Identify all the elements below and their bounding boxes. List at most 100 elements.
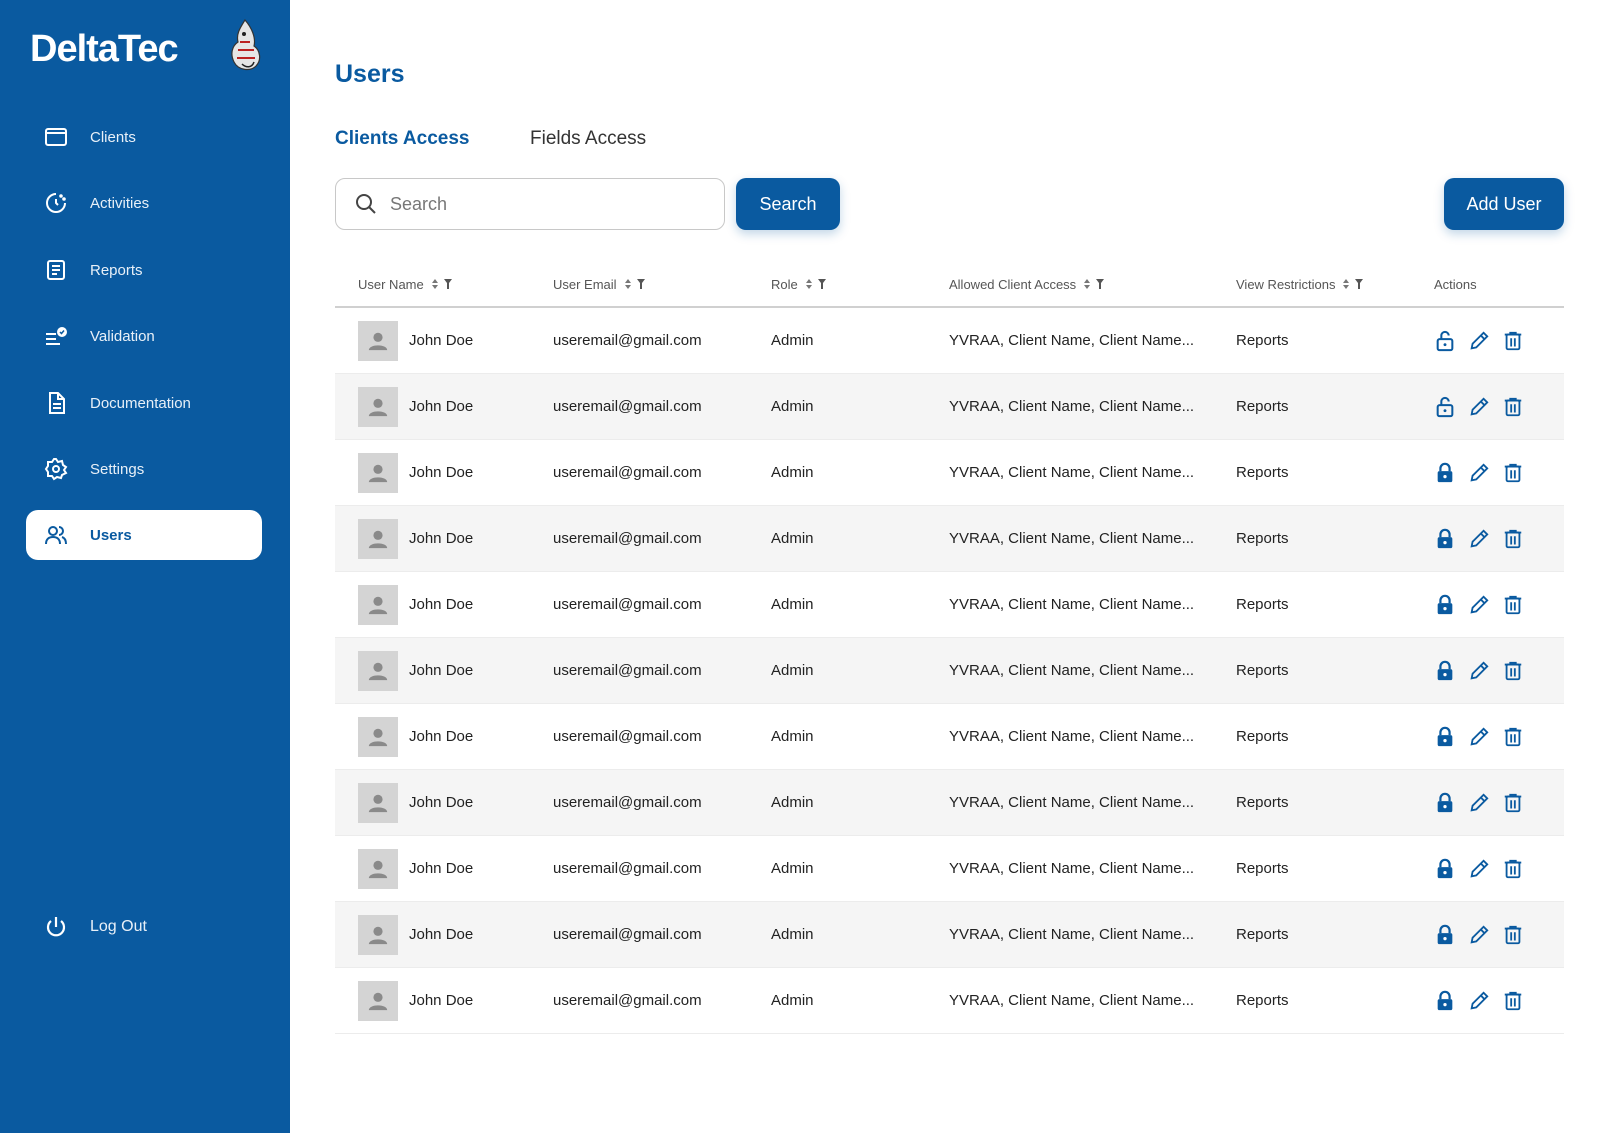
- delete-icon[interactable]: [1502, 924, 1524, 946]
- user-email: useremail@gmail.com: [553, 992, 702, 1009]
- table-row[interactable]: John Doe useremail@gmail.com Admin YVRAA, C…: [335, 704, 1564, 770]
- lock-icon[interactable]: [1434, 594, 1456, 616]
- table-row[interactable]: John Doe useremail@gmail.com Admin YVRAA, C…: [335, 374, 1564, 440]
- lock-icon[interactable]: [1434, 528, 1456, 550]
- lock-icon[interactable]: [1434, 726, 1456, 748]
- edit-icon[interactable]: [1468, 330, 1490, 352]
- unlock-icon[interactable]: [1434, 330, 1456, 352]
- delete-icon[interactable]: [1502, 330, 1524, 352]
- avatar: [358, 386, 398, 427]
- edit-icon[interactable]: [1468, 858, 1490, 880]
- user-role: Admin: [771, 464, 814, 481]
- lock-icon[interactable]: [1434, 990, 1456, 1012]
- window-icon: [44, 125, 68, 149]
- table-row[interactable]: John Doe useremail@gmail.com Admin YVRAA, C…: [335, 506, 1564, 572]
- user-email: useremail@gmail.com: [553, 596, 702, 613]
- user-name-cell: John Doe: [335, 716, 553, 757]
- sidebar-item-label: Validation: [90, 327, 155, 345]
- edit-icon[interactable]: [1468, 528, 1490, 550]
- search-button[interactable]: Search: [736, 178, 840, 230]
- delete-icon[interactable]: [1502, 726, 1524, 748]
- table-row[interactable]: John Doe useremail@gmail.com Admin YVRAA, C…: [335, 968, 1564, 1034]
- logout-button[interactable]: Log Out: [26, 902, 262, 952]
- avatar: [358, 584, 398, 625]
- lock-icon[interactable]: [1434, 924, 1456, 946]
- edit-icon[interactable]: [1468, 462, 1490, 484]
- sort-filter-icon[interactable]: [1343, 278, 1365, 290]
- view-restrictions: Reports: [1236, 926, 1289, 943]
- user-name: John Doe: [409, 728, 474, 745]
- user-name-cell: John Doe: [335, 848, 553, 889]
- row-actions: [1434, 792, 1564, 814]
- table-row[interactable]: John Doe useremail@gmail.com Admin YVRAA, C…: [335, 638, 1564, 704]
- user-email: useremail@gmail.com: [553, 662, 702, 679]
- allowed-client-access: YVRAA, Client Name, Client Name...: [949, 662, 1195, 679]
- search-input[interactable]: [390, 193, 710, 215]
- table-row[interactable]: John Doe useremail@gmail.com Admin YVRAA, C…: [335, 836, 1564, 902]
- lock-icon[interactable]: [1434, 660, 1456, 682]
- lock-icon[interactable]: [1434, 858, 1456, 880]
- user-name: John Doe: [409, 662, 474, 679]
- sort-filter-icon[interactable]: [805, 278, 828, 290]
- header-user-email[interactable]: User Email: [553, 277, 771, 292]
- header-allowed-client-access[interactable]: Allowed Client Access: [949, 277, 1236, 292]
- table-row[interactable]: John Doe useremail@gmail.com Admin YVRAA, C…: [335, 440, 1564, 506]
- header-label: View Restrictions: [1236, 276, 1336, 292]
- delete-icon[interactable]: [1502, 528, 1524, 550]
- user-avatar-icon: [367, 660, 389, 682]
- sidebar-item-reports[interactable]: Reports: [26, 245, 262, 295]
- user-avatar-icon: [367, 924, 389, 946]
- tab-clients-access[interactable]: Clients Access: [335, 128, 469, 150]
- avatar: [358, 716, 398, 757]
- sort-filter-icon[interactable]: [624, 278, 647, 290]
- edit-icon[interactable]: [1468, 924, 1490, 946]
- table-row[interactable]: John Doe useremail@gmail.com Admin YVRAA, C…: [335, 308, 1564, 374]
- tab-fields-access[interactable]: Fields Access: [530, 128, 646, 150]
- view-restrictions: Reports: [1236, 794, 1289, 811]
- edit-icon[interactable]: [1468, 990, 1490, 1012]
- user-name: John Doe: [409, 860, 474, 877]
- user-avatar-icon: [367, 990, 389, 1012]
- user-name-cell: John Doe: [335, 782, 553, 823]
- table-row[interactable]: John Doe useremail@gmail.com Admin YVRAA, C…: [335, 572, 1564, 638]
- header-role[interactable]: Role: [771, 277, 949, 292]
- brand-logo-icon: [231, 18, 261, 71]
- header-view-restrictions[interactable]: View Restrictions: [1236, 277, 1434, 292]
- user-email: useremail@gmail.com: [553, 398, 702, 415]
- delete-icon[interactable]: [1502, 990, 1524, 1012]
- user-role: Admin: [771, 926, 814, 943]
- lock-icon[interactable]: [1434, 792, 1456, 814]
- edit-icon[interactable]: [1468, 660, 1490, 682]
- sort-filter-icon[interactable]: [431, 278, 454, 290]
- delete-icon[interactable]: [1502, 396, 1524, 418]
- user-name-cell: John Doe: [335, 452, 553, 493]
- edit-icon[interactable]: [1468, 594, 1490, 616]
- sidebar-item-clients[interactable]: Clients: [26, 112, 262, 162]
- edit-icon[interactable]: [1468, 726, 1490, 748]
- add-user-button[interactable]: Add User: [1444, 178, 1564, 230]
- row-actions: [1434, 396, 1564, 418]
- header-user-name[interactable]: User Name: [335, 277, 553, 292]
- table-row[interactable]: John Doe useremail@gmail.com Admin YVRAA, C…: [335, 902, 1564, 968]
- delete-icon[interactable]: [1502, 594, 1524, 616]
- page-title: Users: [335, 60, 405, 88]
- sidebar-item-activities[interactable]: Activities: [26, 178, 262, 228]
- edit-icon[interactable]: [1468, 396, 1490, 418]
- delete-icon[interactable]: [1502, 858, 1524, 880]
- main-content: Users Clients Access Fields Access Searc…: [290, 0, 1598, 1133]
- delete-icon[interactable]: [1502, 660, 1524, 682]
- delete-icon[interactable]: [1502, 792, 1524, 814]
- sidebar-item-validation[interactable]: Validation: [26, 311, 262, 361]
- user-name: John Doe: [409, 926, 474, 943]
- user-name: John Doe: [409, 464, 474, 481]
- sidebar-item-documentation[interactable]: Documentation: [26, 378, 262, 428]
- delete-icon[interactable]: [1502, 462, 1524, 484]
- user-role: Admin: [771, 530, 814, 547]
- table-row[interactable]: John Doe useremail@gmail.com Admin YVRAA, C…: [335, 770, 1564, 836]
- lock-icon[interactable]: [1434, 462, 1456, 484]
- sidebar-item-users[interactable]: Users: [26, 510, 262, 560]
- sidebar-item-settings[interactable]: Settings: [26, 444, 262, 494]
- sort-filter-icon[interactable]: [1084, 278, 1106, 290]
- unlock-icon[interactable]: [1434, 396, 1456, 418]
- edit-icon[interactable]: [1468, 792, 1490, 814]
